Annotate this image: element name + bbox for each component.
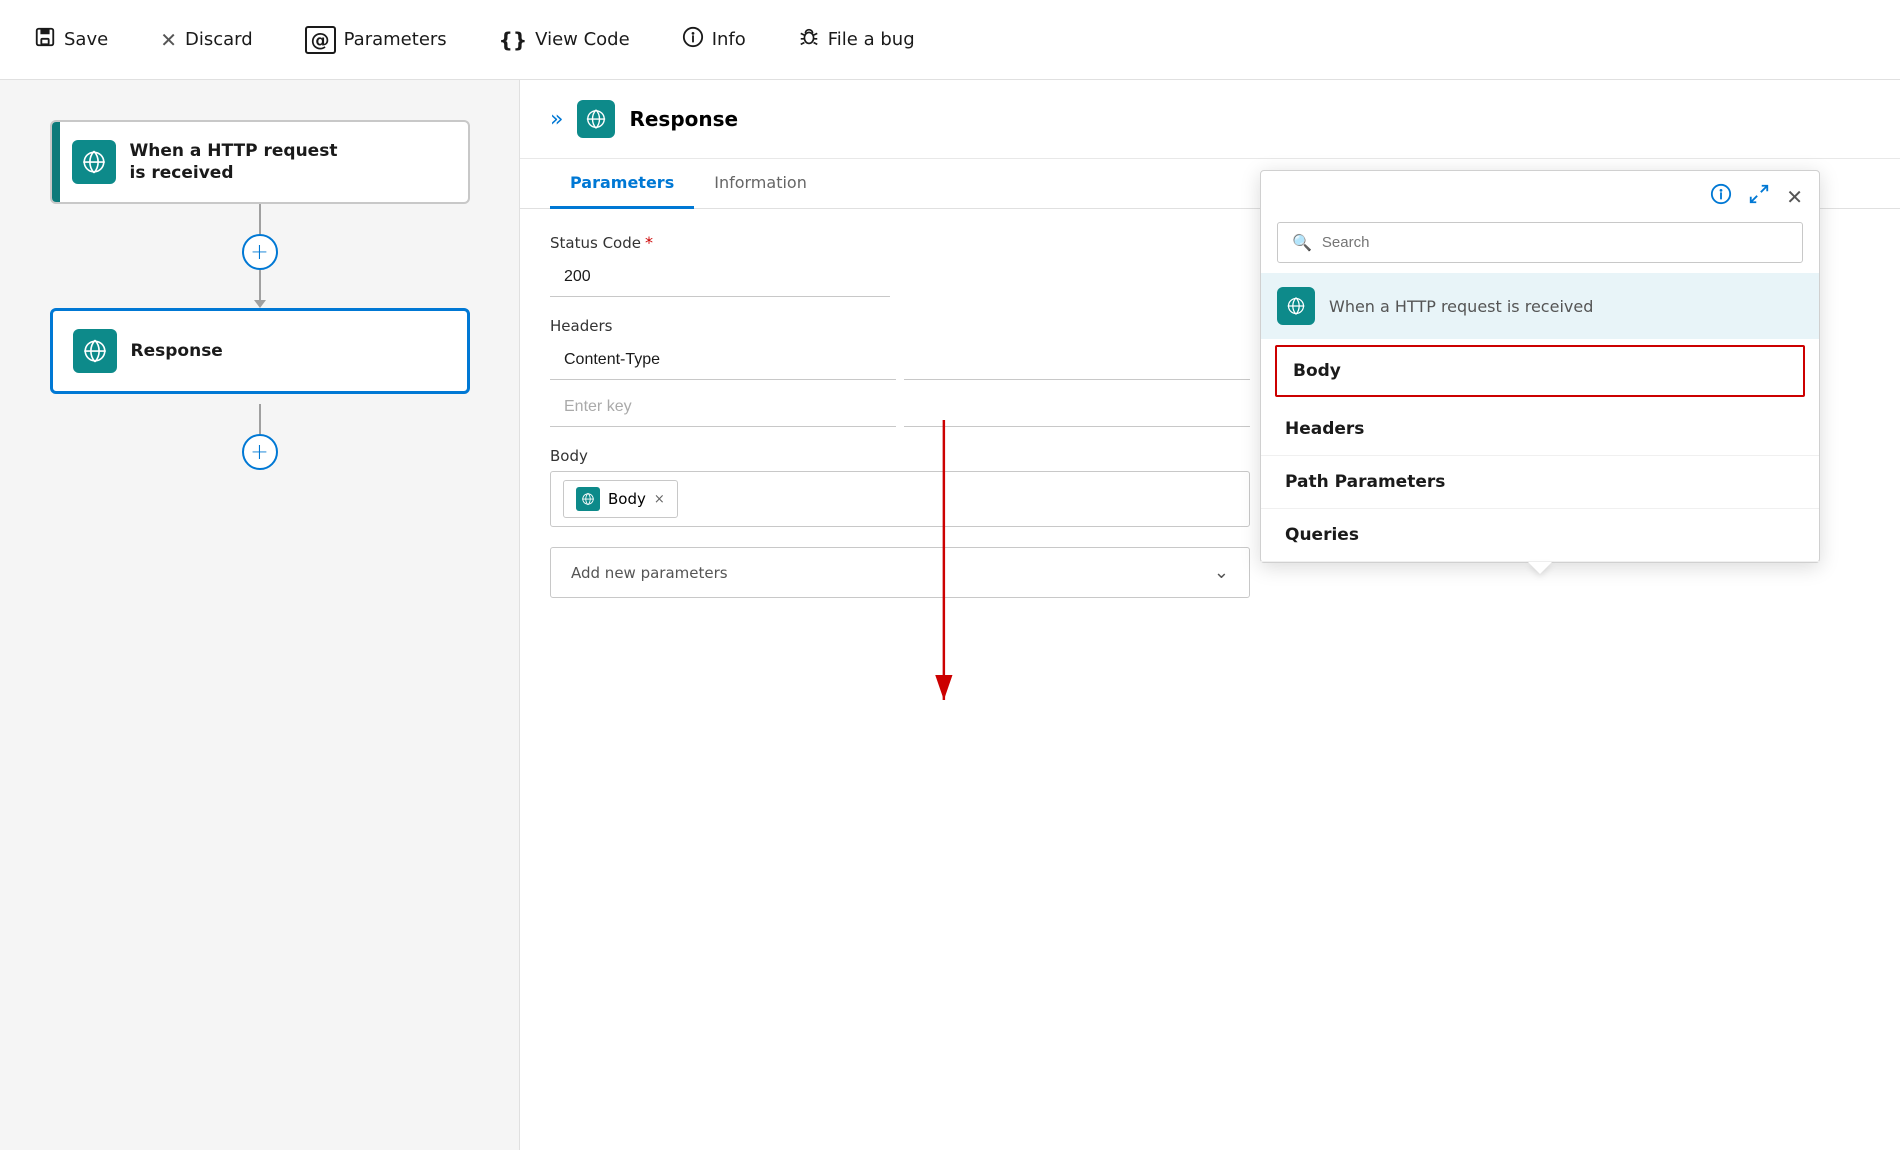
chip-icon: [576, 487, 600, 511]
node-bar: [52, 122, 60, 202]
discard-label: Discard: [185, 29, 253, 50]
trigger-node-label: When a HTTP request is received: [130, 140, 338, 184]
search-input[interactable]: [1322, 234, 1788, 251]
line-2: [259, 270, 261, 300]
add-params-label: Add new parameters: [571, 564, 728, 582]
dropdown-header: ✕: [1261, 171, 1819, 222]
dropdown-option-queries[interactable]: Queries: [1261, 509, 1819, 562]
save-button[interactable]: Save: [24, 20, 118, 60]
info-icon: [682, 26, 704, 54]
main-area: When a HTTP request is received + Respon…: [0, 80, 1900, 1150]
header-value-input-2[interactable]: [904, 388, 1250, 427]
body-input-container[interactable]: Body ×: [550, 471, 1250, 527]
arrow-1: [254, 300, 266, 308]
toolbar: Save ✕ Discard @ Parameters {} View Code…: [0, 0, 1900, 80]
line-3: [259, 404, 261, 434]
search-box[interactable]: 🔍: [1277, 222, 1803, 263]
dropdown-option-headers[interactable]: Headers: [1261, 403, 1819, 456]
discard-icon: ✕: [160, 28, 177, 52]
required-indicator: *: [645, 233, 653, 252]
header-key-input[interactable]: [550, 341, 896, 380]
header-value-input[interactable]: [904, 341, 1250, 380]
response-header-icon: [577, 100, 615, 138]
tab-parameters[interactable]: Parameters: [550, 159, 694, 209]
add-params-bar[interactable]: Add new parameters ⌄: [550, 547, 1250, 598]
response-node[interactable]: Response: [50, 308, 470, 394]
trigger-item[interactable]: When a HTTP request is received: [1261, 273, 1819, 339]
connector-1: +: [242, 204, 278, 308]
trigger-item-icon: [1277, 287, 1315, 325]
save-icon: [34, 26, 56, 54]
http-trigger-node[interactable]: When a HTTP request is received: [50, 120, 470, 204]
line-1: [259, 204, 261, 234]
dropdown-close-icon[interactable]: ✕: [1786, 185, 1803, 209]
info-button[interactable]: Info: [672, 20, 756, 60]
dropdown-panel: ✕ 🔍 When a HTTP request is received Body…: [1260, 170, 1820, 563]
response-title: Response: [629, 107, 738, 131]
view-code-button[interactable]: {} View Code: [489, 22, 640, 58]
chip-close-btn[interactable]: ×: [654, 492, 665, 507]
response-panel: » Response Parameters Information Status…: [520, 80, 1900, 1150]
response-header: » Response: [520, 80, 1900, 159]
body-chip[interactable]: Body ×: [563, 480, 678, 518]
view-code-label: View Code: [535, 29, 630, 50]
flow-canvas: When a HTTP request is received + Respon…: [0, 80, 520, 1150]
info-label: Info: [712, 29, 746, 50]
parameters-label: Parameters: [344, 29, 447, 50]
chevron-down-icon: ⌄: [1214, 562, 1229, 583]
dropdown-option-body[interactable]: Body: [1275, 345, 1805, 397]
header-key-input-2[interactable]: [550, 388, 896, 427]
tab-information[interactable]: Information: [694, 159, 827, 209]
response-node-label: Response: [131, 340, 223, 362]
file-bug-button[interactable]: File a bug: [788, 20, 925, 60]
parameters-button[interactable]: @ Parameters: [295, 20, 457, 60]
response-node-icon: [73, 329, 117, 373]
chip-label: Body: [608, 490, 646, 508]
headers-grid: [550, 341, 1250, 427]
add-step-btn-1[interactable]: +: [242, 234, 278, 270]
dropdown-expand-icon[interactable]: [1748, 183, 1770, 210]
bug-icon: [798, 26, 820, 54]
expand-left-icon[interactable]: »: [550, 107, 563, 132]
trigger-node-icon: [72, 140, 116, 184]
dropdown-callout: [1528, 562, 1552, 574]
trigger-label: When a HTTP request is received: [1329, 297, 1593, 316]
discard-button[interactable]: ✕ Discard: [150, 22, 262, 58]
file-bug-label: File a bug: [828, 29, 915, 50]
add-step-btn-2[interactable]: +: [242, 434, 278, 470]
connector-2: +: [242, 404, 278, 470]
parameters-icon: @: [305, 26, 336, 54]
search-icon: 🔍: [1292, 233, 1312, 252]
save-label: Save: [64, 29, 108, 50]
status-code-input[interactable]: [550, 258, 890, 297]
dropdown-info-icon[interactable]: [1710, 183, 1732, 210]
view-code-icon: {}: [499, 28, 527, 52]
dropdown-option-path-params[interactable]: Path Parameters: [1261, 456, 1819, 509]
